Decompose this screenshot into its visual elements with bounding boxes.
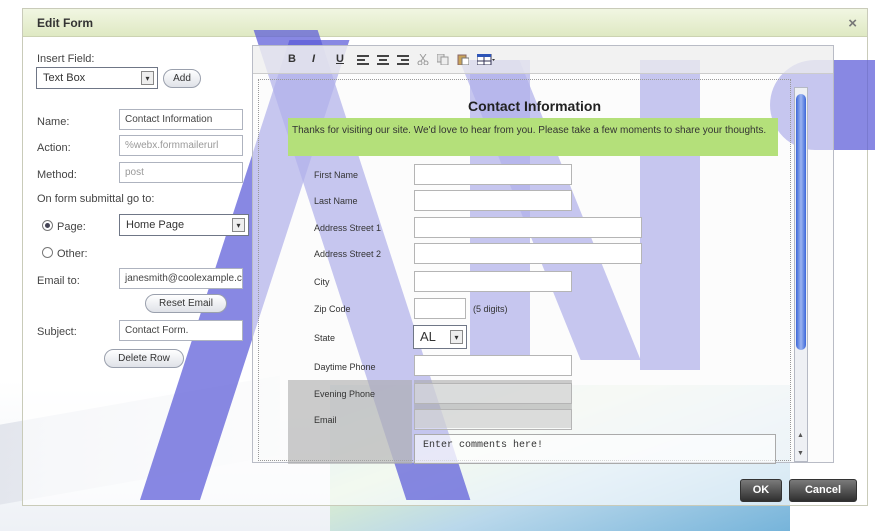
italic-button[interactable]: I bbox=[312, 53, 315, 65]
first-name-input[interactable] bbox=[414, 164, 572, 185]
insert-field-label: Insert Field: bbox=[37, 53, 95, 65]
reset-email-button[interactable]: Reset Email bbox=[145, 294, 227, 313]
chevron-down-icon: ▾ bbox=[450, 330, 463, 344]
underline-button[interactable]: U bbox=[336, 53, 344, 65]
action-field[interactable]: %webx.formmailerurl bbox=[119, 135, 243, 156]
dialog-title: Edit Form bbox=[37, 16, 93, 30]
insert-field-value: Text Box bbox=[43, 72, 86, 84]
field-label: Last Name bbox=[314, 196, 358, 206]
state-select[interactable]: AL ▾ bbox=[413, 325, 467, 349]
field-label: Zip Code bbox=[314, 304, 351, 314]
address-2-input[interactable] bbox=[414, 243, 642, 264]
chevron-down-icon: ▾ bbox=[232, 218, 245, 232]
align-center-icon[interactable] bbox=[377, 54, 389, 65]
action-label: Action: bbox=[37, 142, 71, 154]
form-heading: Contact Information bbox=[468, 98, 601, 114]
close-icon[interactable]: × bbox=[848, 15, 857, 32]
zip-code-input[interactable] bbox=[414, 298, 466, 319]
field-label: Daytime Phone bbox=[314, 362, 376, 372]
email-to-label: Email to: bbox=[37, 275, 80, 287]
field-label: City bbox=[314, 277, 330, 287]
subject-label: Subject: bbox=[37, 326, 77, 338]
paste-icon[interactable] bbox=[457, 54, 469, 65]
insert-field-select[interactable]: Text Box ▾ bbox=[36, 67, 158, 89]
field-label: Email bbox=[314, 415, 337, 425]
field-label: Evening Phone bbox=[314, 389, 376, 399]
dialog-titlebar: Edit Form × bbox=[23, 9, 867, 37]
address-1-input[interactable] bbox=[414, 217, 642, 238]
field-label: First Name bbox=[314, 170, 359, 180]
email-input[interactable] bbox=[414, 409, 572, 430]
page-label: Page: bbox=[57, 221, 86, 233]
method-label: Method: bbox=[37, 169, 77, 181]
method-field[interactable]: post bbox=[119, 162, 243, 183]
editor-toolbar: B I U bbox=[253, 46, 833, 74]
field-label: Address Street 2 bbox=[314, 249, 382, 259]
city-input[interactable] bbox=[414, 271, 572, 292]
cancel-button[interactable]: Cancel bbox=[789, 479, 857, 502]
field-label: State bbox=[314, 333, 336, 343]
page-select-value: Home Page bbox=[126, 219, 185, 231]
subject-field[interactable]: Contact Form. bbox=[119, 320, 243, 341]
other-radio[interactable] bbox=[42, 247, 53, 258]
field-label: Address Street 1 bbox=[314, 223, 382, 233]
other-label: Other: bbox=[57, 248, 88, 260]
add-button[interactable]: Add bbox=[163, 69, 201, 88]
state-select-value: AL bbox=[420, 329, 436, 344]
chevron-down-icon: ▾ bbox=[141, 71, 154, 85]
cut-icon[interactable] bbox=[417, 54, 429, 65]
submit-goto-label: On form submittal go to: bbox=[37, 193, 155, 205]
table-icon[interactable] bbox=[477, 54, 495, 65]
copy-icon[interactable] bbox=[437, 54, 449, 65]
evening-phone-input[interactable] bbox=[414, 383, 572, 404]
scroll-down-icon[interactable]: ▼ bbox=[797, 450, 804, 457]
zip-hint: (5 digits) bbox=[473, 304, 508, 314]
scroll-up-icon[interactable]: ▲ bbox=[797, 432, 804, 439]
delete-row-button[interactable]: Delete Row bbox=[104, 349, 184, 368]
form-intro-text: Thanks for visiting our site. We'd love … bbox=[288, 118, 778, 156]
name-label: Name: bbox=[37, 116, 70, 128]
bold-button[interactable]: B bbox=[288, 53, 296, 65]
page-select[interactable]: Home Page ▾ bbox=[119, 214, 249, 236]
scrollbar-thumb[interactable] bbox=[796, 94, 806, 350]
name-field[interactable]: Contact Information bbox=[119, 109, 243, 130]
email-to-field[interactable]: janesmith@coolexample.com bbox=[119, 268, 243, 289]
align-right-icon[interactable] bbox=[397, 54, 409, 65]
daytime-phone-input[interactable] bbox=[414, 355, 572, 376]
align-left-icon[interactable] bbox=[357, 54, 369, 65]
page-radio[interactable] bbox=[42, 220, 53, 231]
ok-button[interactable]: OK bbox=[740, 479, 782, 502]
editor-scrollbar[interactable]: ▲ ▼ bbox=[794, 87, 808, 462]
comments-textarea[interactable]: Enter comments here! bbox=[414, 434, 776, 464]
last-name-input[interactable] bbox=[414, 190, 572, 211]
